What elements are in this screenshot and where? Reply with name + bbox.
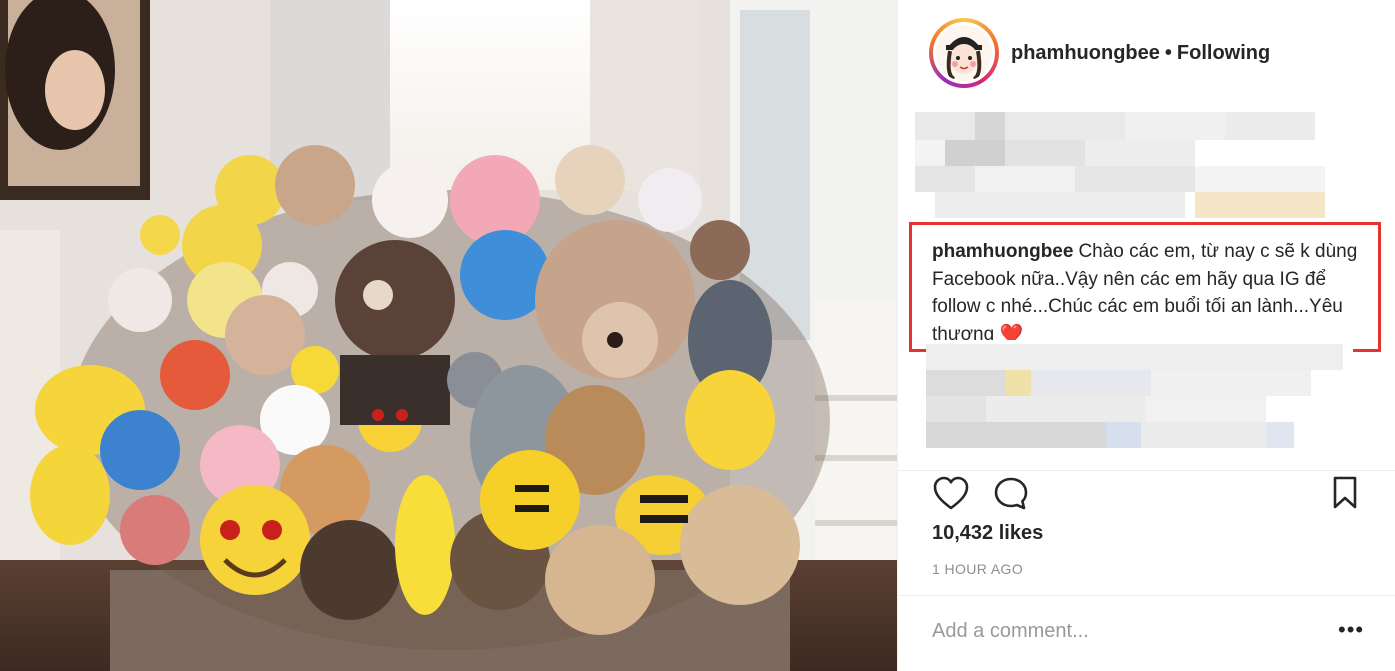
avatar-illustration — [936, 25, 992, 81]
action-bar — [898, 470, 1395, 514]
caption-username[interactable]: phamhuongbee — [932, 241, 1073, 262]
following-button[interactable]: Following — [1177, 42, 1270, 64]
pixelation-mosaic — [926, 340, 1353, 458]
post-details-panel: phamhuongbee • Following phamhuongbee Chào … — [897, 0, 1395, 671]
likes-count[interactable]: 10,432 likes — [932, 522, 1043, 545]
header-user-line: phamhuongbee • Following — [1011, 42, 1270, 65]
post-photo[interactable] — [0, 0, 897, 671]
post-header: phamhuongbee • Following — [898, 0, 1395, 110]
pixelated-comments-top — [915, 112, 1352, 220]
ellipsis-icon[interactable]: ••• — [1338, 619, 1364, 641]
separator-dot: • — [1164, 42, 1172, 64]
comment-bar: ••• — [898, 595, 1395, 671]
pixelation-mosaic — [915, 112, 1352, 220]
story-ring[interactable] — [929, 18, 999, 88]
avatar[interactable] — [933, 22, 995, 84]
photo-illustration — [0, 0, 897, 671]
comment-input[interactable] — [932, 616, 1312, 646]
bookmark-icon[interactable] — [1330, 475, 1360, 511]
username-link[interactable]: phamhuongbee — [1011, 42, 1160, 64]
speech-bubble-icon[interactable] — [992, 475, 1030, 511]
pixelated-comments-bottom — [926, 340, 1353, 458]
post-timestamp[interactable]: 1 HOUR AGO — [932, 561, 1023, 577]
heart-icon[interactable] — [932, 475, 970, 511]
post-caption: phamhuongbee Chào các em, từ nay c sẽ k d… — [932, 238, 1376, 348]
